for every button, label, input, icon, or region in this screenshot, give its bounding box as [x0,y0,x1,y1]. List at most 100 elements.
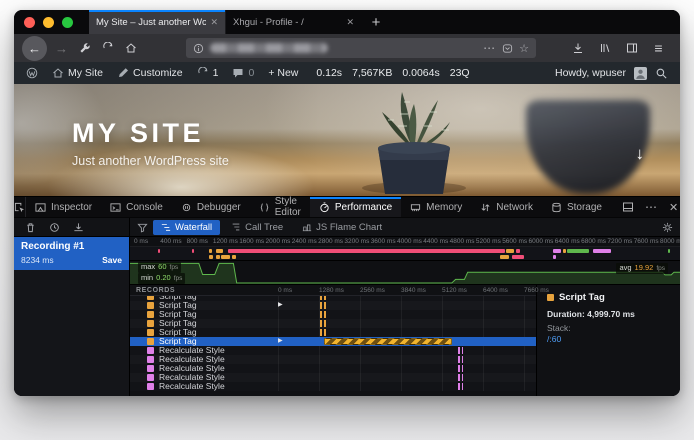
wp-new-button[interactable]: + New [268,67,298,79]
devtools-tab-style-editor[interactable]: Style Editor [250,197,310,217]
site-info-icon[interactable] [193,43,204,54]
browser-tab[interactable]: My Site – Just another WordPress s ✕ [89,10,225,34]
wp-stat[interactable]: 7,567KB [352,67,392,79]
devtools-tab-storage[interactable]: Storage [542,197,611,217]
bookmark-star-icon[interactable]: ☆ [519,42,529,55]
zoom-window-button[interactable] [62,17,73,28]
overview-tick-label: 2800 ms [318,238,343,245]
scroll-down-arrow[interactable]: ↓ [636,144,645,164]
record-row[interactable]: Script Tag [130,319,536,328]
wp-howdy[interactable]: Howdy, wpuser [555,67,626,79]
record-row[interactable]: Script Tag ▶ [130,301,536,310]
overview-ruler[interactable]: 0 ms400 ms800 ms1200 ms1600 ms2000 ms240… [130,237,680,247]
house-icon [52,67,64,79]
waterfall-tick-label: 2560 ms [360,287,385,294]
back-button[interactable]: ← [22,36,47,61]
waterfall-mark[interactable] [320,302,326,309]
record-waterfall-cell[interactable] [276,319,536,328]
wp-stat[interactable]: 0.12s [316,67,342,79]
waterfall-mark[interactable] [320,311,326,318]
overview-markers[interactable] [130,247,680,261]
devtools-close-icon[interactable]: ✕ [669,201,678,214]
wrench-button[interactable] [73,37,96,59]
expand-arrow-icon[interactable]: ▶ [278,301,283,310]
record-row[interactable]: Recalculate Style [130,382,536,391]
devtools-tab-memory[interactable]: Memory [401,197,471,217]
minimize-window-button[interactable] [43,17,54,28]
reload-button[interactable] [96,37,119,59]
record-row[interactable]: Recalculate Style [130,373,536,382]
view-button-waterfall[interactable]: Waterfall [153,220,220,235]
record-row[interactable]: Script Tag [130,328,536,337]
view-button-call-tree[interactable]: Call Tree [223,220,291,235]
record-row[interactable]: Recalculate Style [130,364,536,373]
wp-stat[interactable]: 23Q [450,67,470,79]
wp-customize[interactable]: Customize [117,67,183,79]
dock-icon[interactable] [622,201,634,213]
devtools-tab-performance[interactable]: Performance [310,197,401,217]
downloads-button[interactable] [566,37,589,59]
record-waterfall-cell[interactable] [276,373,536,382]
browser-tab[interactable]: Xhgui - Profile - / ✕ [225,10,361,34]
record-waterfall-cell[interactable] [276,364,536,373]
save-recording-link[interactable]: Save [102,255,122,265]
forward-button[interactable]: → [50,37,73,59]
record-waterfall-cell[interactable] [276,310,536,319]
waterfall-mark[interactable] [320,329,326,336]
record-row[interactable]: Script Tag [130,310,536,319]
record-waterfall-cell[interactable]: ▶ [276,337,536,346]
waterfall-bar[interactable] [324,338,452,345]
page-actions-icon[interactable]: ⋯ [483,41,496,55]
pocket-icon[interactable] [502,43,513,54]
new-tab-button[interactable]: + [361,10,391,34]
framerate-graph[interactable]: max60fps min0.20fps avg19.92fps [130,261,680,285]
tab-close-icon[interactable]: ✕ [346,17,354,28]
expand-arrow-icon[interactable]: ▶ [278,337,283,346]
record-waterfall-cell[interactable] [276,382,536,391]
waterfall-mark[interactable] [458,347,463,354]
clear-recordings-icon[interactable] [25,222,36,233]
close-window-button[interactable] [24,17,35,28]
recording-item[interactable]: Recording #1 8234 ms Save [14,237,129,270]
waterfall-mark[interactable] [320,320,326,327]
gear-icon[interactable] [662,222,673,233]
record-waterfall-cell[interactable]: ▶ [276,301,536,310]
menu-button[interactable]: ≡ [647,37,670,59]
wp-my-site[interactable]: My Site [52,67,103,79]
wp-updates[interactable]: 1 [197,67,219,79]
wp-perf-stats: 0.12s 7,567KB 0.0064s 23Q [316,67,469,79]
detail-stack-link[interactable]: /:60 [547,334,670,344]
devtools-tab-network[interactable]: Network [471,197,542,217]
record-waterfall-cell[interactable] [276,346,536,355]
devtools-menu-icon[interactable]: ⋯ [645,200,658,214]
waterfall-mark[interactable] [458,365,463,372]
record-row[interactable]: Recalculate Style [130,346,536,355]
record-waterfall-cell[interactable] [276,328,536,337]
wp-stat[interactable]: 0.0064s [402,67,439,79]
search-icon[interactable] [655,67,668,80]
devtools-tab-debugger[interactable]: Debugger [172,197,250,217]
devtools-tab-inspector[interactable]: Inspector [26,197,101,217]
import-recording-icon[interactable] [73,222,84,233]
view-button-js-flame-chart[interactable]: JS Flame Chart [294,220,390,235]
devtools-tab-console[interactable]: Console [101,197,172,217]
library-button[interactable] [593,37,616,59]
filter-icon[interactable] [137,222,148,233]
record-waterfall-cell[interactable] [276,355,536,364]
record-row[interactable]: Script Tag ▶ [130,337,536,346]
wp-comments[interactable]: 0 [232,67,254,79]
url-bar[interactable]: ⋯ ☆ [186,38,536,58]
record-row[interactable]: Recalculate Style [130,355,536,364]
wordpress-logo-icon[interactable] [26,67,38,79]
waterfall-mark[interactable] [458,383,463,390]
waterfall-mark[interactable] [458,374,463,381]
sidebar-button[interactable] [620,37,643,59]
waterfall-mark[interactable] [458,356,463,363]
tab-close-icon[interactable]: ✕ [210,17,218,28]
record-icon[interactable] [49,222,60,233]
waterfall-mark[interactable] [320,296,326,300]
records-header-label: RECORDS [130,285,276,295]
avatar[interactable] [634,67,647,80]
home-button[interactable] [119,37,142,59]
pick-element-button[interactable] [14,197,26,217]
